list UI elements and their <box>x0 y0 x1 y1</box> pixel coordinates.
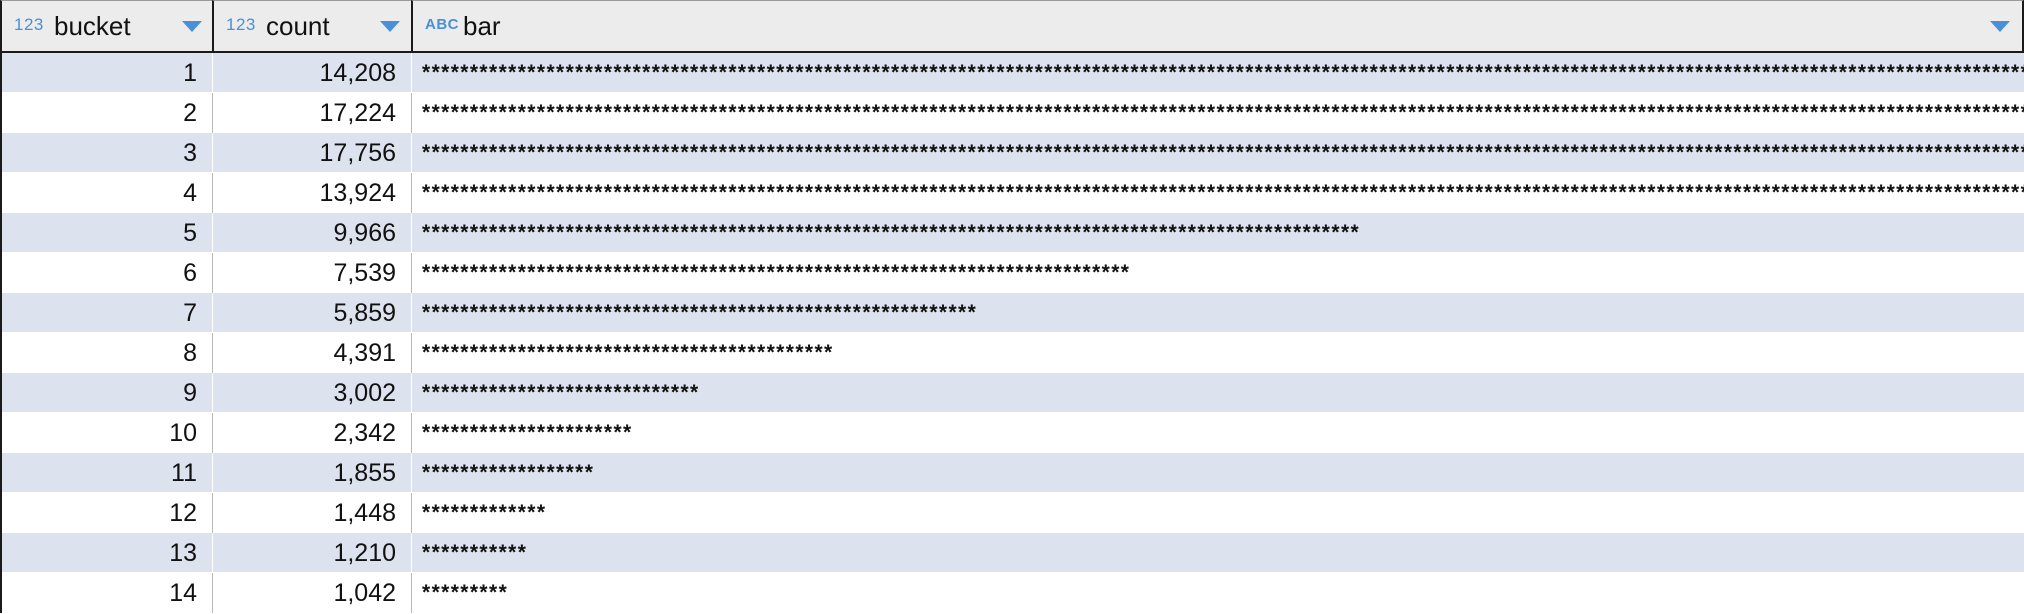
column-title: count <box>266 11 330 41</box>
cell-bar[interactable]: ****************************************… <box>411 293 2024 333</box>
table-row[interactable]: 3 17,756 *********************************… <box>0 133 2024 173</box>
table-row[interactable]: 5 9,966 **********************************… <box>0 213 2024 253</box>
grid-body: 1 14,208 *********************************… <box>0 53 2024 613</box>
cell-bar[interactable]: ********* <box>411 573 2024 613</box>
cell-bar[interactable]: ****************************************… <box>411 133 2024 173</box>
table-row[interactable]: 1 14,208 *********************************… <box>0 53 2024 93</box>
cell-bar[interactable]: ****************************************… <box>411 173 2024 213</box>
table-row[interactable]: 12 1,448 ************* <box>0 493 2024 533</box>
cell-count[interactable]: 2,342 <box>212 413 412 453</box>
cell-bar[interactable]: ***************************** <box>411 373 2024 413</box>
cell-bar[interactable]: ****************** <box>411 453 2024 493</box>
column-title: bar <box>463 11 501 41</box>
column-title: bucket <box>54 11 131 41</box>
cell-count[interactable]: 14,208 <box>212 53 412 93</box>
numeric-type-icon: 123 <box>14 15 44 34</box>
text-type-icon: ABC <box>425 16 459 33</box>
cell-bucket[interactable]: 9 <box>0 373 213 413</box>
cell-count[interactable]: 13,924 <box>212 173 412 213</box>
cell-bucket[interactable]: 4 <box>0 173 213 213</box>
cell-bar[interactable]: ************* <box>411 493 2024 533</box>
table-row[interactable]: 14 1,042 ********* <box>0 573 2024 613</box>
table-row[interactable]: 9 3,002 ***************************** <box>0 373 2024 413</box>
cell-count[interactable]: 3,002 <box>212 373 412 413</box>
grid-header: 123 bucket 123 count ABC bar <box>0 0 2024 53</box>
dropdown-arrow-icon[interactable] <box>182 21 202 32</box>
cell-bar[interactable]: ****************************************… <box>411 333 2024 373</box>
cell-bucket[interactable]: 1 <box>0 53 213 93</box>
cell-count[interactable]: 17,756 <box>212 133 412 173</box>
cell-bucket[interactable]: 5 <box>0 213 213 253</box>
column-header-bucket[interactable]: 123 bucket <box>0 0 213 51</box>
cell-bar[interactable]: *********** <box>411 533 2024 573</box>
cell-bucket[interactable]: 7 <box>0 293 213 333</box>
cell-bucket[interactable]: 2 <box>0 93 213 133</box>
table-row[interactable]: 6 7,539 **********************************… <box>0 253 2024 293</box>
cell-bar[interactable]: ****************************************… <box>411 93 2024 133</box>
table-row[interactable]: 2 17,224 *********************************… <box>0 93 2024 133</box>
cell-bucket[interactable]: 10 <box>0 413 213 453</box>
table-row[interactable]: 4 13,924 *********************************… <box>0 173 2024 213</box>
table-row[interactable]: 8 4,391 **********************************… <box>0 333 2024 373</box>
numeric-type-icon: 123 <box>226 15 256 34</box>
cell-count[interactable]: 1,210 <box>212 533 412 573</box>
table-row[interactable]: 13 1,210 *********** <box>0 533 2024 573</box>
result-grid: 123 bucket 123 count ABC bar 1 14,208 ****… <box>0 0 2024 614</box>
dropdown-arrow-icon[interactable] <box>380 21 400 32</box>
cell-bar[interactable]: ****************************************… <box>411 253 2024 293</box>
cell-bucket[interactable]: 11 <box>0 453 213 493</box>
table-row[interactable]: 7 5,859 **********************************… <box>0 293 2024 333</box>
cell-count[interactable]: 5,859 <box>212 293 412 333</box>
cell-bucket[interactable]: 3 <box>0 133 213 173</box>
column-header-count[interactable]: 123 count <box>212 0 412 51</box>
cell-count[interactable]: 4,391 <box>212 333 412 373</box>
cell-bar[interactable]: ********************** <box>411 413 2024 453</box>
cell-count[interactable]: 1,855 <box>212 453 412 493</box>
cell-bucket[interactable]: 13 <box>0 533 213 573</box>
cell-count[interactable]: 9,966 <box>212 213 412 253</box>
cell-bucket[interactable]: 12 <box>0 493 213 533</box>
cell-count[interactable]: 17,224 <box>212 93 412 133</box>
cell-count[interactable]: 7,539 <box>212 253 412 293</box>
dropdown-arrow-icon[interactable] <box>1990 21 2010 32</box>
cell-count[interactable]: 1,042 <box>212 573 412 613</box>
cell-bucket[interactable]: 6 <box>0 253 213 293</box>
cell-bar[interactable]: ****************************************… <box>411 213 2024 253</box>
column-header-bar[interactable]: ABC bar <box>411 0 2024 51</box>
cell-bar[interactable]: ****************************************… <box>411 53 2024 93</box>
table-row[interactable]: 11 1,855 ****************** <box>0 453 2024 493</box>
table-row[interactable]: 10 2,342 ********************** <box>0 413 2024 453</box>
cell-bucket[interactable]: 14 <box>0 573 213 613</box>
cell-count[interactable]: 1,448 <box>212 493 412 533</box>
cell-bucket[interactable]: 8 <box>0 333 213 373</box>
